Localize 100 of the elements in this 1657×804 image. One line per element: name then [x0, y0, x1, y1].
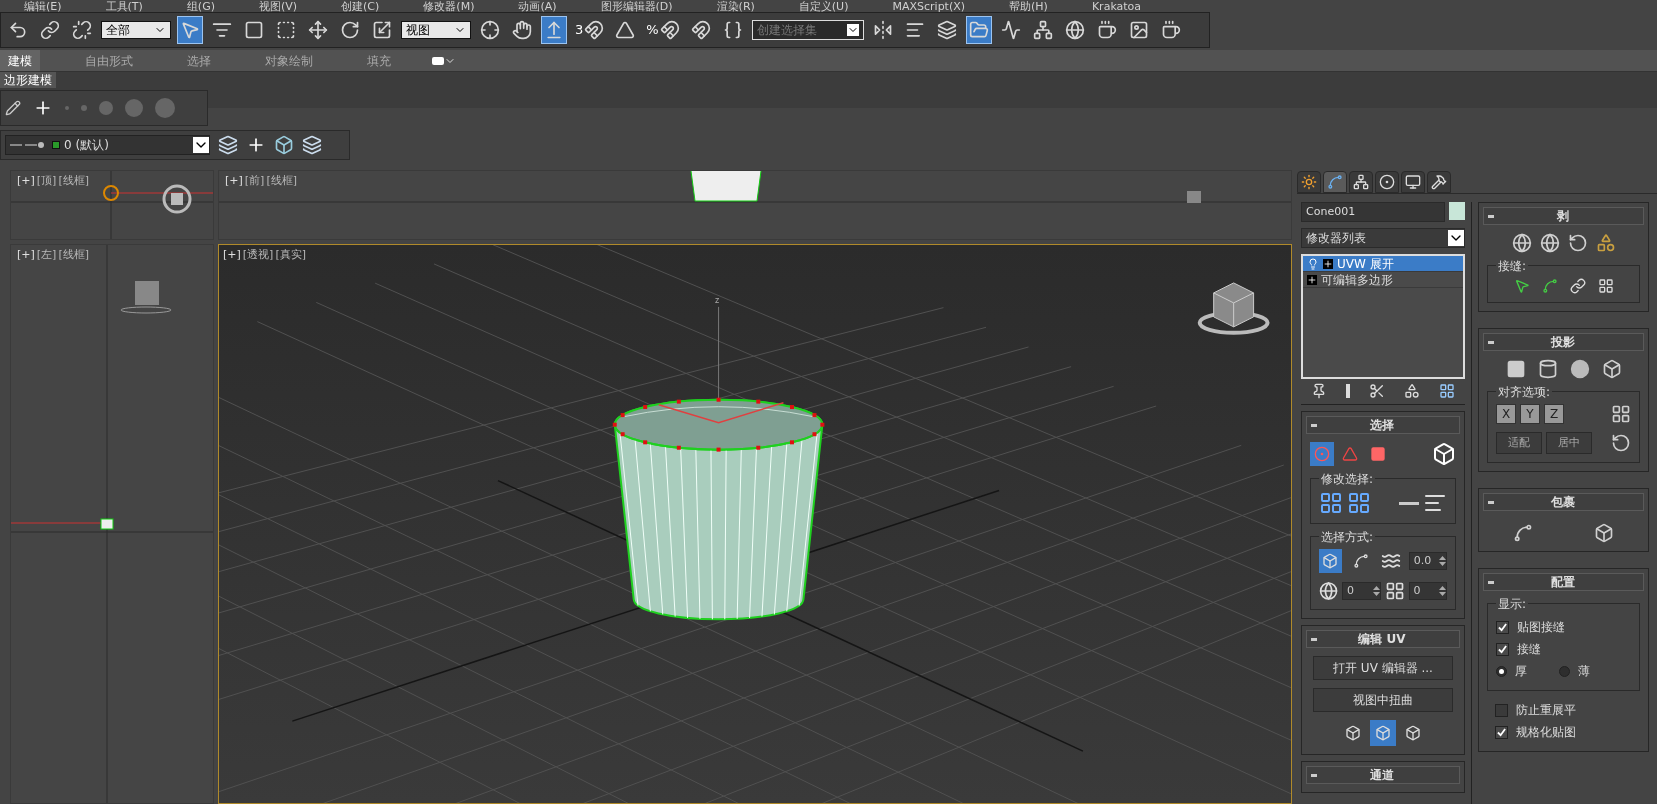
viewport-label[interactable]: [+] [225, 173, 243, 190]
cup-front-drawing[interactable] [690, 171, 762, 202]
move-icon [308, 20, 328, 40]
pointer-icon [1513, 278, 1530, 294]
caret-icon [193, 137, 209, 153]
viewport-label[interactable]: [线框] [266, 173, 297, 190]
object-name-field[interactable]: Cone001 [1301, 202, 1445, 222]
viewport-label[interactable]: [线框] [58, 173, 89, 190]
group-label: 选择方式: [1319, 528, 1376, 546]
menu-item[interactable]: 工具(T) [105, 0, 143, 12]
link-icon [1569, 278, 1586, 294]
dropdown[interactable]: 全部 [101, 21, 171, 39]
object-marker-icon[interactable] [103, 185, 119, 201]
command-tab[interactable] [1323, 171, 1347, 193]
axis-align-button[interactable]: Y [1520, 404, 1540, 424]
box-icon [1432, 442, 1456, 466]
cup-model-drawing[interactable] [612, 397, 825, 621]
radio-button[interactable] [1559, 665, 1570, 677]
view-cube-icon[interactable] [120, 281, 172, 314]
checkbox[interactable] [1495, 703, 1508, 717]
viewport-label[interactable]: [+] [17, 173, 35, 190]
menu-item[interactable]: 自定义(U) [798, 0, 849, 12]
command-tab[interactable] [1349, 171, 1373, 193]
rollout-header[interactable]: 包裹 [1483, 493, 1644, 511]
rollout-header[interactable]: 编辑 UV [1306, 630, 1460, 648]
rollout-header[interactable]: 配置 [1483, 573, 1644, 591]
layer-dropdown[interactable]: 0 (默认) [5, 135, 210, 155]
rollout-header[interactable]: 选择 [1306, 416, 1460, 434]
menu-item[interactable]: Krakatoa [1091, 0, 1142, 12]
spinner-field[interactable]: 0 [1408, 582, 1447, 600]
view-cube-drawing[interactable] [1197, 282, 1270, 335]
edit-uv-button[interactable]: 打开 UV 编辑器 ... [1313, 656, 1453, 680]
menu-item[interactable]: 组(G) [186, 0, 215, 12]
toolbar-button[interactable]: % [644, 16, 682, 44]
ribbon-tab[interactable]: 建模 [0, 50, 40, 71]
spinner-field[interactable]: 0.0 [1408, 552, 1447, 570]
axis-align-button[interactable]: Z [1544, 404, 1564, 424]
select-method-button[interactable] [1319, 549, 1342, 573]
spline-icon [1541, 278, 1558, 294]
rollout-header[interactable]: 投影 [1483, 333, 1644, 351]
dropdown[interactable]: 视图 [401, 21, 471, 39]
radio-button[interactable] [1496, 665, 1507, 677]
view-cube-icon[interactable] [162, 184, 192, 214]
command-tab[interactable] [1375, 171, 1399, 193]
group-label: 修改选择: [1319, 470, 1376, 488]
menu-item[interactable]: 渲染(R) [716, 0, 755, 12]
toolbar-button[interactable]: 3 [573, 16, 607, 44]
menu-item[interactable]: 编辑(E) [24, 0, 62, 12]
viewport-label[interactable]: [+] [223, 247, 241, 264]
checkbox[interactable] [1496, 642, 1509, 656]
ribbon-panel-tab[interactable]: 边形建模 [0, 72, 56, 88]
menu-item[interactable]: 帮助(H) [1009, 0, 1048, 12]
select-list-icon [212, 20, 232, 40]
viewport-label[interactable]: [透视] [242, 247, 274, 264]
grid-icon [1347, 491, 1371, 515]
modifier-list-dropdown[interactable]: 修改器列表 [1301, 228, 1465, 248]
magnet-icon [659, 20, 680, 40]
expand-icon [1307, 274, 1317, 285]
viewport-label[interactable]: [前] [244, 173, 265, 190]
viewport-label[interactable]: [+] [17, 247, 35, 264]
viewport-label[interactable]: [真实] [275, 247, 306, 264]
projection-button[interactable]: 适配 [1496, 432, 1542, 454]
viewport-label[interactable]: [线框] [58, 247, 89, 264]
ribbon-tab[interactable]: 自由形式 [64, 50, 154, 71]
axis-align-button[interactable]: X [1496, 404, 1516, 424]
caret-icon [1448, 230, 1464, 246]
checkbox[interactable] [1495, 725, 1508, 739]
toolbar-button[interactable] [965, 16, 992, 44]
rollout-header[interactable]: 剥 [1483, 207, 1644, 225]
group-label: 对齐选项: [1496, 383, 1553, 401]
uv-tool-button[interactable] [1370, 720, 1396, 746]
menu-item[interactable]: MAXScript(X) [892, 0, 966, 12]
modifier-stack-item[interactable]: 可编辑多边形 [1303, 272, 1463, 288]
modifier-stack-item[interactable]: UVW 展开 [1303, 256, 1463, 272]
ribbon-tab[interactable]: 对象绘制 [244, 50, 334, 71]
checkbox-label: 规格化贴图 [1516, 724, 1576, 741]
spinner-field[interactable]: 0 [1342, 582, 1381, 600]
spline-icon [1353, 553, 1370, 569]
menu-item[interactable]: 修改器(M) [423, 0, 475, 12]
menu-item[interactable]: 图形编辑器(D) [600, 0, 673, 12]
menu-item[interactable]: 视图(V) [258, 0, 298, 12]
viewport-label[interactable]: [顶] [36, 173, 57, 190]
rollout-header[interactable]: 通道 [1306, 766, 1460, 784]
hammer-icon [1431, 174, 1447, 190]
cup-side-drawing[interactable] [100, 518, 114, 530]
bar-icon[interactable] [1345, 383, 1350, 398]
viewport-label[interactable]: [左] [36, 247, 57, 264]
edit-uv-button[interactable]: 视图中扭曲 [1313, 688, 1453, 712]
command-tab[interactable] [1297, 171, 1321, 193]
menu-item[interactable]: 创建(C) [341, 0, 380, 12]
command-tab[interactable] [1401, 171, 1425, 193]
checkbox[interactable] [1496, 620, 1509, 634]
ribbon-tab[interactable]: 填充 [334, 50, 424, 71]
pencil-icon [5, 100, 21, 116]
projection-button[interactable]: 居中 [1546, 432, 1592, 454]
color-swatch[interactable] [1449, 202, 1465, 220]
plane-icon [1505, 359, 1526, 379]
command-tab[interactable] [1427, 171, 1451, 193]
ribbon-tab[interactable]: 选择 [154, 50, 244, 71]
menu-item[interactable]: 动画(A) [518, 0, 557, 12]
